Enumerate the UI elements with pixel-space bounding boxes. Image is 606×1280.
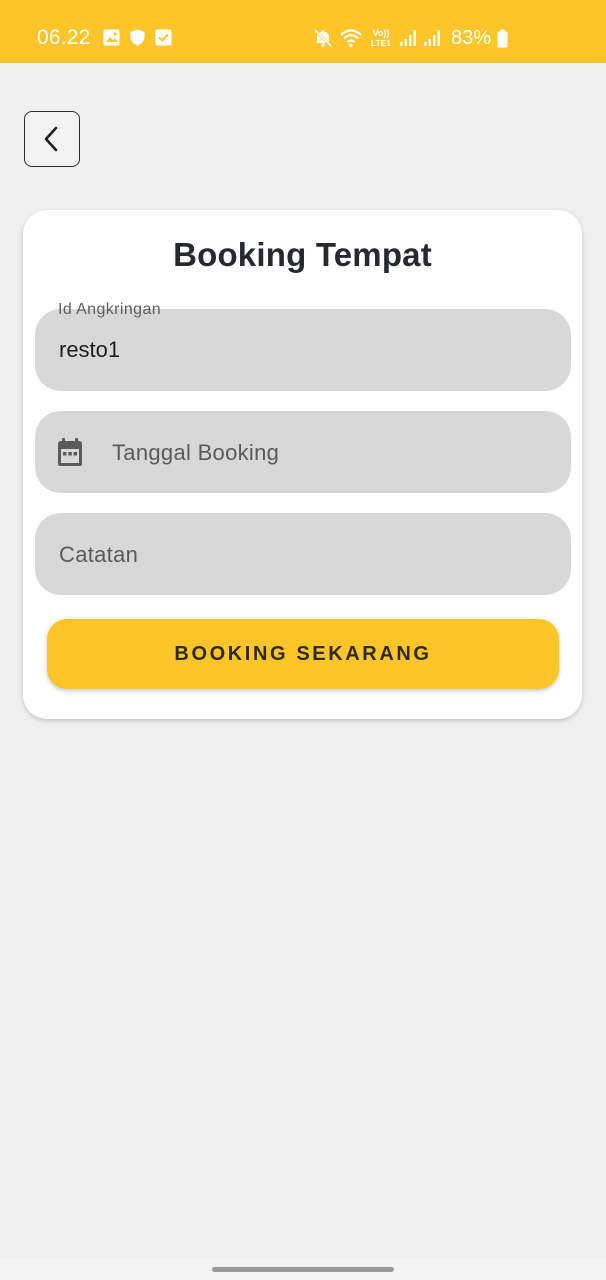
shield-icon — [130, 29, 145, 46]
volte-bottom-text: LTE1 — [371, 38, 391, 48]
calendar-icon — [58, 438, 82, 466]
booking-card: Booking Tempat resto1 Id Angkringan Tang… — [23, 210, 582, 719]
back-button[interactable] — [24, 111, 80, 167]
status-time: 06.22 — [37, 26, 91, 49]
booking-sekarang-label: BOOKING SEKARANG — [174, 642, 432, 665]
tanggal-booking-placeholder: Tanggal Booking — [112, 440, 280, 465]
navigation-bar — [0, 1258, 606, 1280]
tanggal-booking-field[interactable]: Tanggal Booking — [35, 411, 571, 493]
catatan-placeholder: Catatan — [59, 542, 139, 567]
booking-sekarang-button[interactable]: BOOKING SEKARANG — [47, 619, 559, 689]
catatan-field[interactable]: Catatan — [35, 513, 571, 595]
signal-icon — [423, 30, 440, 46]
id-angkringan-value: resto1 — [59, 337, 121, 362]
status-bar: 06.22 Vo)) LTE1 83% — [0, 0, 606, 63]
check-box-icon — [155, 29, 172, 46]
wifi-icon — [340, 29, 362, 48]
status-left-icons — [103, 29, 172, 46]
home-indicator[interactable] — [212, 1267, 394, 1272]
page-title: Booking Tempat — [173, 236, 432, 273]
volte-top-text: Vo)) — [373, 28, 390, 38]
mute-icon — [313, 28, 333, 48]
gallery-icon — [103, 29, 120, 46]
chevron-left-icon — [44, 126, 58, 152]
signal-icon — [399, 30, 416, 46]
id-angkringan-field[interactable]: resto1 — [35, 309, 571, 391]
battery-icon — [497, 29, 508, 47]
status-right-icons: Vo)) LTE1 83% — [313, 26, 508, 50]
volte-icon: Vo)) LTE1 — [371, 28, 391, 48]
battery-percent: 83% — [450, 27, 491, 49]
id-angkringan-label: Id Angkringan — [58, 301, 162, 318]
